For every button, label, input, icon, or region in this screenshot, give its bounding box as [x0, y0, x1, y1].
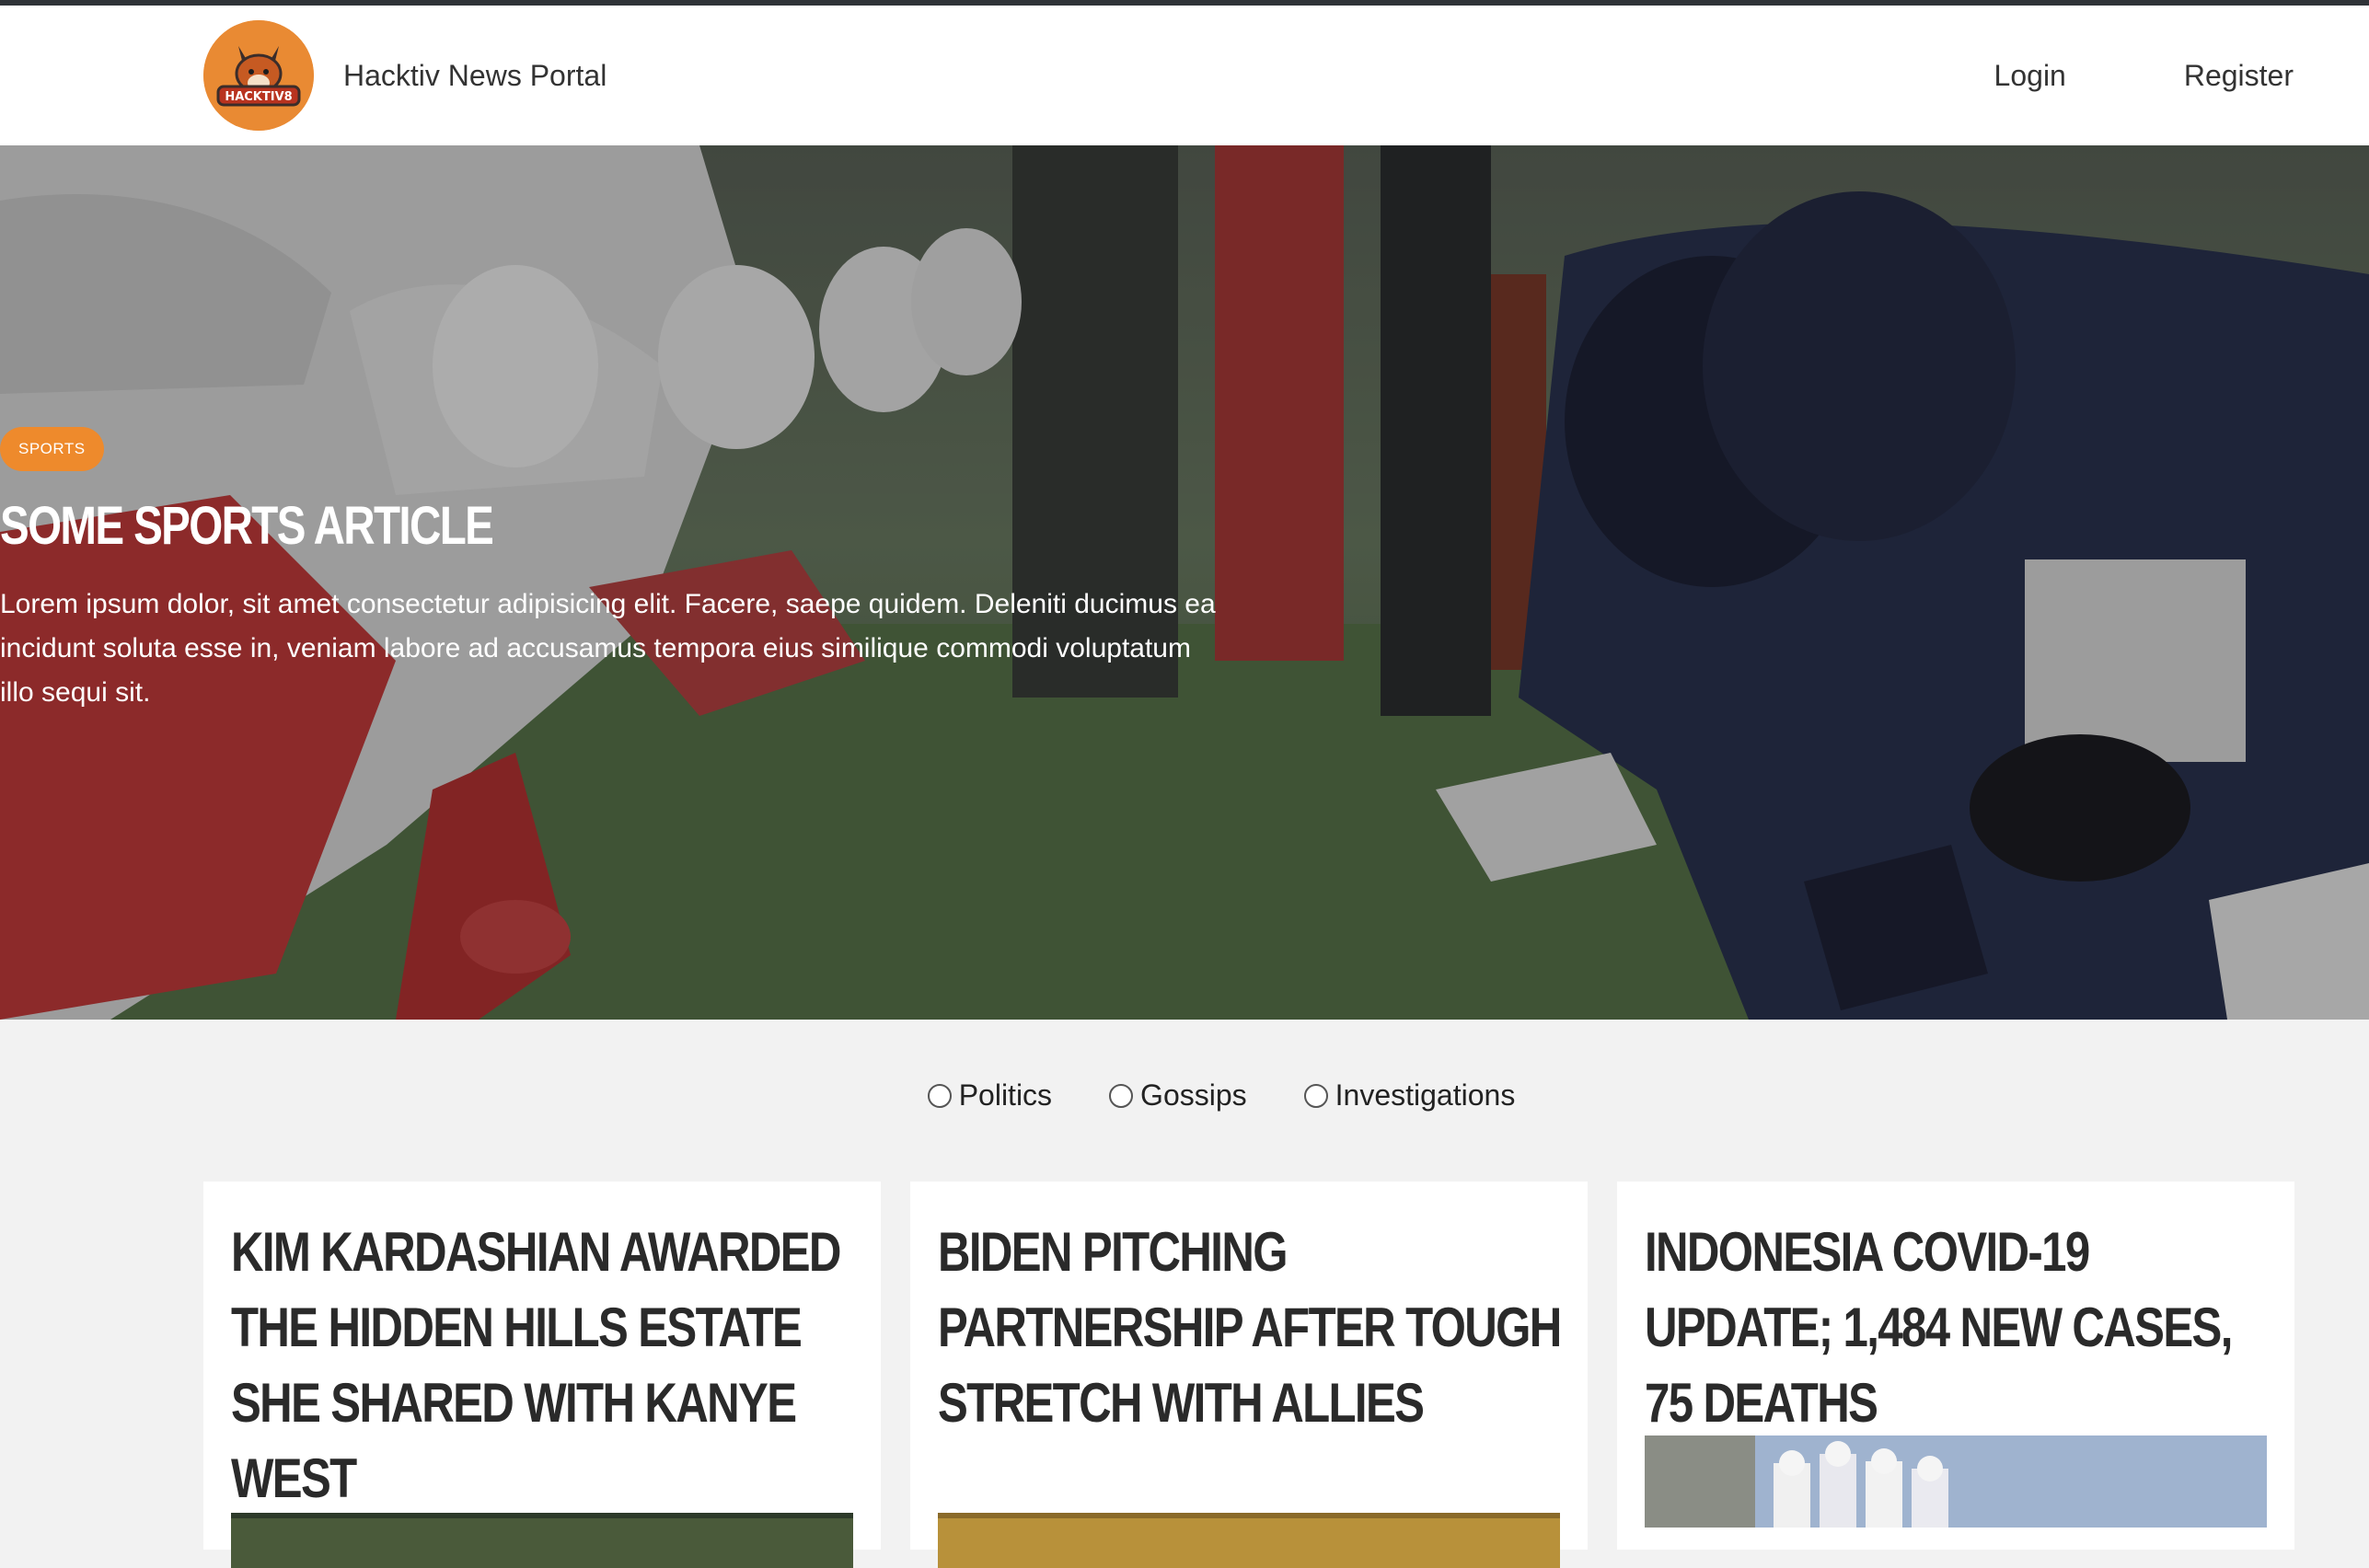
article-title[interactable]: Indonesia Covid-19 Update; 1,484 New Cas…: [1645, 1215, 2271, 1441]
brand[interactable]: HACKTIV8 Hacktiv News Portal: [203, 20, 607, 131]
article-card[interactable]: Kim Kardashian Awarded The Hidden Hills …: [203, 1182, 881, 1568]
logo-wordmark: HACKTIV8: [225, 90, 292, 104]
filter-politics[interactable]: Politics: [927, 1078, 1053, 1113]
nav-links: Login Register: [1994, 59, 2294, 93]
article-card[interactable]: Biden Pitching Partnership After Tough S…: [910, 1182, 1588, 1568]
article-grid: Kim Kardashian Awarded The Hidden Hills …: [203, 1182, 2294, 1568]
article-image[interactable]: [231, 1513, 853, 1568]
article-card[interactable]: Indonesia Covid-19 Update; 1,484 New Cas…: [1617, 1182, 2294, 1550]
hero-banner: SPORTS Some Sports Article Lorem ipsum d…: [0, 145, 2369, 1020]
article-image[interactable]: [938, 1513, 1560, 1568]
category-badge[interactable]: SPORTS: [0, 427, 104, 471]
category-filters: Politics Gossips Investigations: [0, 1078, 2369, 1113]
register-link[interactable]: Register: [2184, 59, 2294, 93]
hacktiv8-logo-icon[interactable]: HACKTIV8: [203, 20, 314, 131]
filter-label: Investigations: [1335, 1078, 1516, 1112]
login-link[interactable]: Login: [1994, 59, 2066, 93]
filter-label: Politics: [958, 1078, 1053, 1112]
filter-gossips[interactable]: Gossips: [1109, 1078, 1247, 1113]
hero-content: SPORTS Some Sports Article Lorem ipsum d…: [0, 427, 1233, 715]
article-title[interactable]: Kim Kardashian Awarded The Hidden Hills …: [231, 1215, 858, 1516]
navbar: HACKTIV8 Hacktiv News Portal Login Regis…: [0, 6, 2369, 145]
filter-label: Gossips: [1140, 1078, 1247, 1112]
brand-name[interactable]: Hacktiv News Portal: [343, 59, 607, 93]
article-title[interactable]: Biden Pitching Partnership After Tough S…: [938, 1215, 1565, 1441]
article-image[interactable]: [1645, 1435, 2267, 1528]
gossips-radio[interactable]: [1109, 1083, 1134, 1108]
hero-title[interactable]: Some Sports Article: [0, 495, 1011, 557]
politics-radio[interactable]: [927, 1083, 952, 1108]
hero-text: Lorem ipsum dolor, sit amet consectetur …: [0, 589, 1216, 708]
investigations-radio[interactable]: [1303, 1083, 1328, 1108]
filter-investigations[interactable]: Investigations: [1303, 1078, 1516, 1113]
